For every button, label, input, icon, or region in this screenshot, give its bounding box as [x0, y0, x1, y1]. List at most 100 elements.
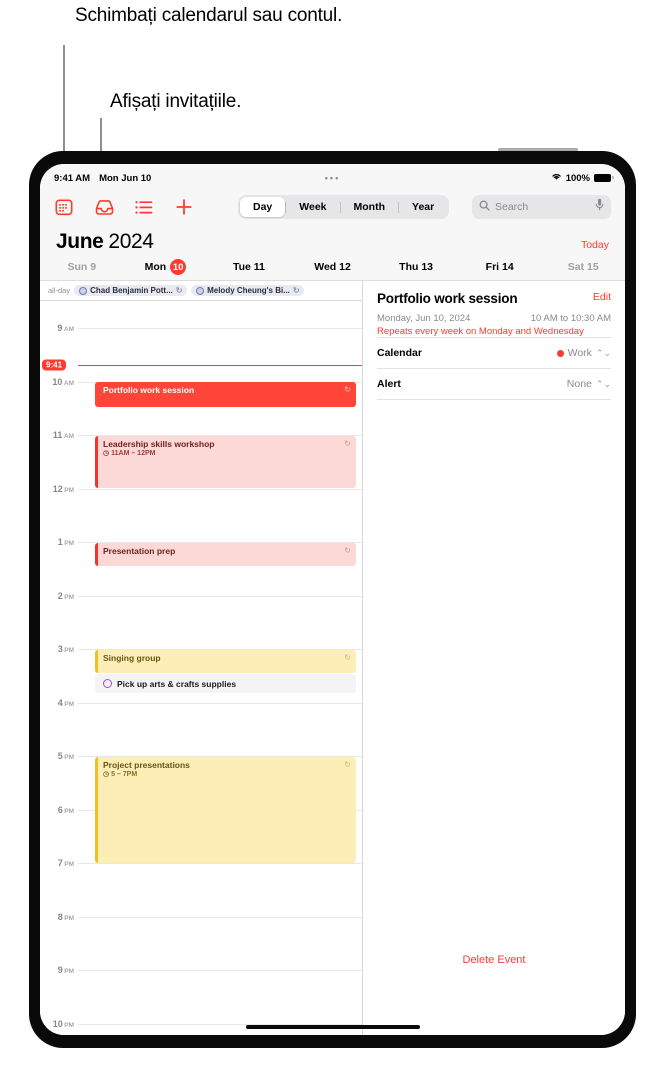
delete-event-button[interactable]: Delete Event	[363, 954, 625, 966]
repeat-icon: ↻	[344, 759, 351, 769]
day-header-sun[interactable]: Sun 9	[40, 259, 124, 275]
event-detail-time: 10 AM to 10:30 AM	[530, 313, 611, 324]
all-day-chip-2[interactable]: Melody Cheung's Bi... ↻	[191, 285, 305, 296]
hour-label: 2 PM	[57, 590, 74, 601]
event-detail-dateline: Monday, Jun 10, 2024 10 AM to 10:30 AM	[377, 313, 611, 324]
page-title-month: June	[56, 230, 104, 253]
day-header-label: Sat 15	[567, 261, 599, 273]
day-header-wed[interactable]: Wed 12	[291, 259, 375, 275]
event-title: Project presentations	[103, 759, 190, 770]
repeat-icon: ↻	[344, 652, 351, 662]
repeat-icon: ↻	[344, 385, 351, 394]
event-detail-repeat: Repeats every week on Monday and Wednesd…	[377, 326, 584, 337]
main-content: all-day Chad Benjamin Pott... ↻ Melody C…	[40, 281, 625, 1035]
hour-label: 6 PM	[57, 804, 74, 815]
hour-label: 1 PM	[57, 537, 74, 547]
event-singing-group[interactable]: Singing group ↻	[95, 649, 356, 673]
edit-button[interactable]: Edit	[593, 291, 611, 303]
hour-label: 5 PM	[57, 751, 74, 761]
event-time: ◷ 11AM – 12PM	[103, 449, 156, 458]
hour-grid[interactable]: 9 AM 10 AM 11 AM 12 PM 1 PM 2 PM 3 PM 4 PM	[40, 301, 362, 1035]
detail-row-key: Alert	[377, 378, 401, 390]
home-indicator[interactable]	[245, 1024, 420, 1029]
tab-year[interactable]: Year	[399, 197, 447, 217]
detail-row-alert[interactable]: Alert None ⌃⌄	[377, 368, 611, 399]
page-title-year: 2024	[108, 230, 154, 253]
all-day-chip-1[interactable]: Chad Benjamin Pott... ↻	[74, 285, 188, 296]
month-header: June 2024 Today	[40, 226, 625, 257]
search-icon	[479, 198, 490, 216]
wifi-icon	[551, 172, 562, 184]
event-detail-header: Portfolio work session Edit	[377, 291, 611, 306]
repeat-icon: ↻	[344, 545, 351, 555]
invitation-icon	[196, 286, 205, 295]
day-header-sat[interactable]: Sat 15	[541, 259, 625, 275]
day-header-label: Tue 11	[232, 261, 265, 273]
event-color-bar	[95, 756, 98, 863]
hour-label: 4 PM	[57, 697, 74, 708]
selected-day-badge: 10	[170, 259, 187, 275]
hour-label: 9 PM	[57, 965, 74, 975]
day-header-tue[interactable]: Tue 11	[207, 259, 291, 275]
day-header-label: Thu 13	[399, 261, 434, 273]
event-portfolio-work-session[interactable]: Portfolio work session ↻	[95, 382, 356, 407]
search-input[interactable]: Search	[472, 195, 611, 219]
calendar-icon[interactable]	[54, 197, 74, 217]
reminder-pick-up-supplies[interactable]: Pick up arts & crafts supplies	[95, 674, 356, 693]
plus-icon[interactable]	[174, 197, 194, 217]
event-detail-date: Monday, Jun 10, 2024	[377, 313, 471, 324]
clock-icon: ◷	[103, 450, 110, 457]
detail-divider	[377, 399, 611, 400]
callout-change-calendar: Schimbați calendarul sau contul.	[75, 5, 343, 26]
callout-show-invitations: Afișați invitațiile.	[110, 91, 242, 112]
view-segmented-control[interactable]: Day Week Month Year	[238, 195, 450, 219]
all-day-chip-title: Chad Benjamin Pott...	[90, 286, 173, 295]
current-time-pill: 9:41	[42, 359, 67, 371]
detail-row-key: Calendar	[377, 347, 422, 359]
calendar-color-dot	[556, 349, 564, 357]
hour-label: 3 PM	[57, 644, 74, 654]
day-header-fri[interactable]: Fri 14	[458, 259, 542, 275]
event-leadership-skills-workshop[interactable]: Leadership skills workshop ◷ 11AM – 12PM …	[95, 435, 356, 488]
repeat-icon: ↻	[175, 286, 183, 295]
event-title: Portfolio work session	[103, 385, 195, 395]
hour-label: 12 PM	[52, 483, 74, 494]
day-header-label: Fri 14	[485, 261, 514, 273]
repeat-icon: ↻	[292, 286, 300, 295]
device-screen: 9:41 AM Mon Jun 10 ••• 100% Day Week Mon…	[40, 164, 625, 1035]
tab-month[interactable]: Month	[341, 197, 399, 217]
event-color-bar	[95, 649, 98, 673]
detail-row-calendar[interactable]: Calendar Work ⌃⌄	[377, 337, 611, 368]
day-header-label: Sun 9	[67, 261, 97, 273]
event-detail-pane: Portfolio work session Edit Monday, Jun …	[363, 281, 625, 1035]
event-title: Singing group	[103, 652, 161, 663]
all-day-row: all-day Chad Benjamin Pott... ↻ Melody C…	[40, 281, 362, 301]
ipad-device-frame: 9:41 AM Mon Jun 10 ••• 100% Day Week Mon…	[29, 151, 636, 1048]
hour-label: 8 PM	[57, 911, 74, 922]
event-time: ◷ 5 – 7PM	[103, 770, 138, 779]
list-icon[interactable]	[134, 197, 154, 217]
battery-percent: 100%	[565, 172, 590, 184]
reminder-circle-icon[interactable]	[103, 679, 112, 688]
app-toolbar: Day Week Month Year Search	[40, 188, 625, 226]
event-title: Leadership skills workshop	[103, 438, 215, 449]
detail-row-value: Work ⌃⌄	[556, 347, 611, 359]
today-button[interactable]: Today	[581, 239, 609, 251]
status-date: Mon Jun 10	[99, 172, 152, 184]
status-bar: 9:41 AM Mon Jun 10 ••• 100%	[40, 164, 625, 188]
tab-day[interactable]: Day	[240, 197, 286, 217]
detail-row-value: None ⌃⌄	[567, 378, 611, 390]
tab-week[interactable]: Week	[286, 197, 339, 217]
day-header-thu[interactable]: Thu 13	[374, 259, 458, 275]
chevron-updown-icon[interactable]: ⌃⌄	[596, 348, 611, 359]
microphone-icon[interactable]	[595, 198, 604, 216]
hour-label: 9 AM	[57, 323, 74, 333]
day-header-mon[interactable]: Mon 10	[124, 259, 208, 275]
hour-label: 7 PM	[57, 858, 74, 868]
event-project-presentations[interactable]: Project presentations ◷ 5 – 7PM ↻	[95, 756, 356, 863]
event-presentation-prep[interactable]: Presentation prep ↻	[95, 542, 356, 566]
inbox-icon[interactable]	[94, 197, 114, 217]
calendar-name: Work	[567, 347, 592, 359]
day-timeline-pane: all-day Chad Benjamin Pott... ↻ Melody C…	[40, 281, 363, 1035]
chevron-updown-icon[interactable]: ⌃⌄	[596, 379, 611, 390]
